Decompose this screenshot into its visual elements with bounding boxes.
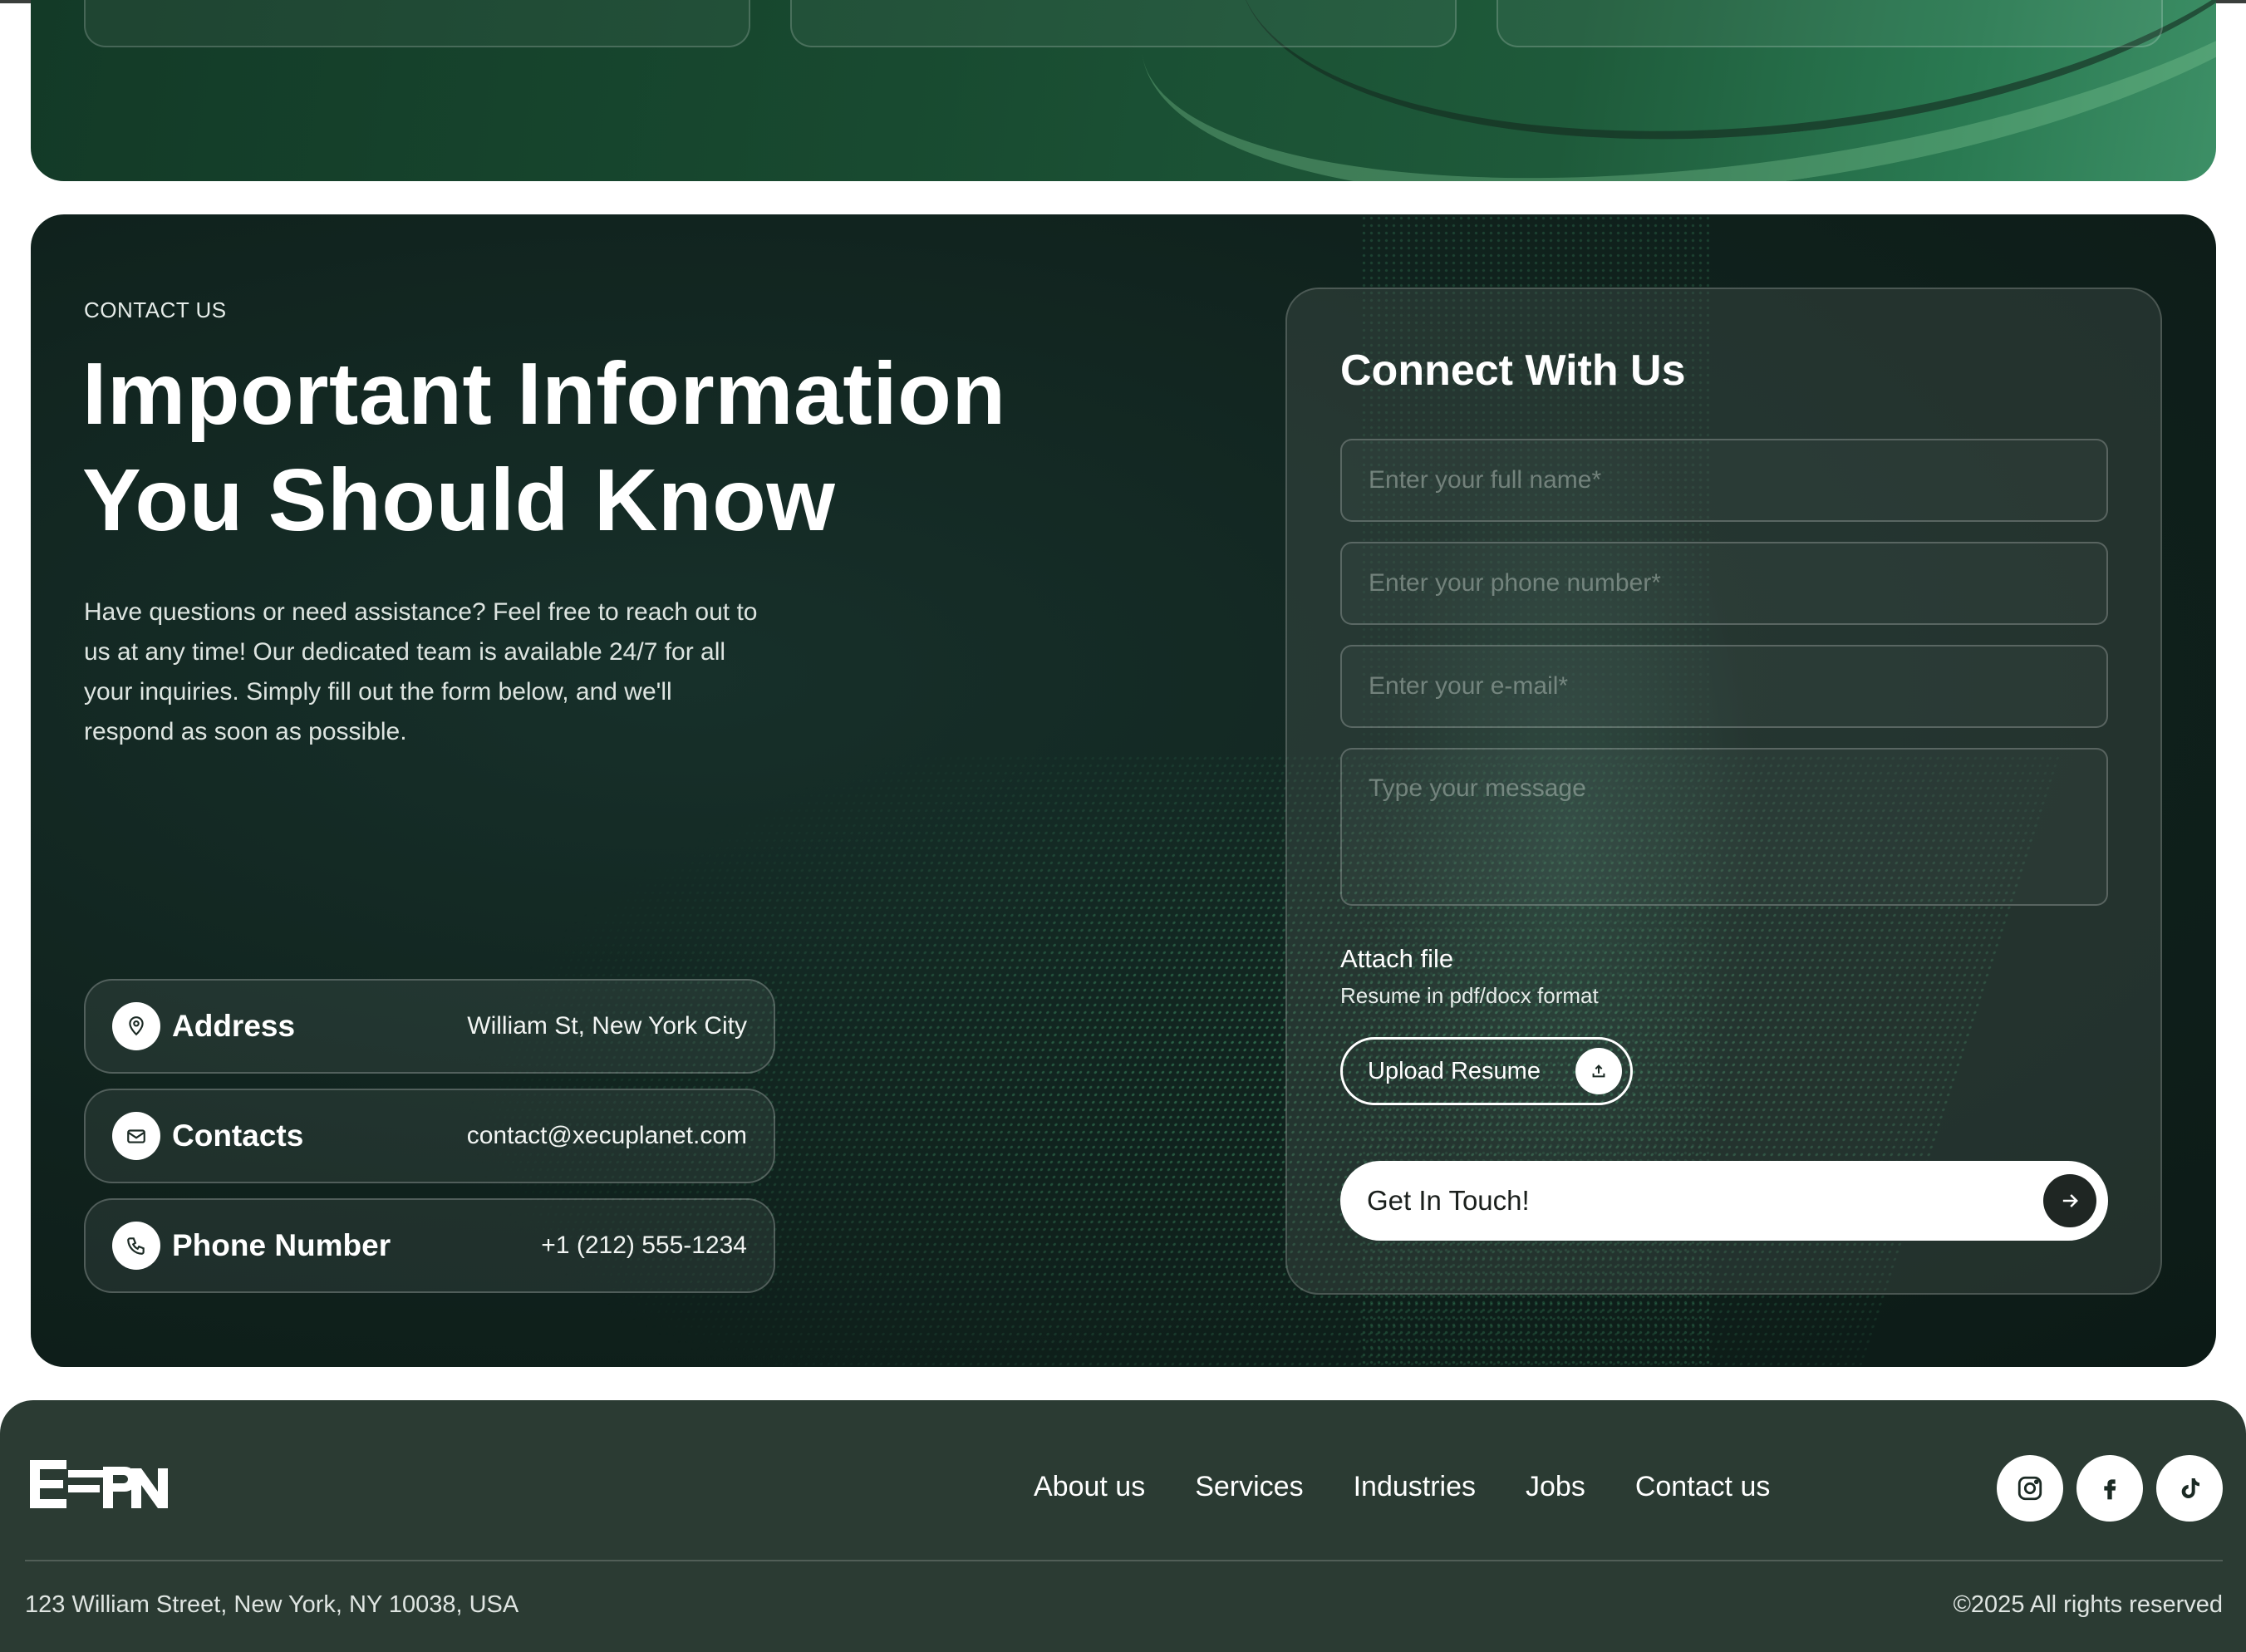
email-link[interactable]: contact@xecuplanet.com bbox=[467, 1122, 747, 1150]
instagram-icon[interactable] bbox=[1997, 1455, 2063, 1522]
email-input[interactable] bbox=[1340, 645, 2108, 728]
get-in-touch-button[interactable]: Get In Touch! bbox=[1340, 1161, 2108, 1241]
address-label: Address bbox=[172, 1009, 296, 1043]
arrow-right-icon bbox=[2043, 1174, 2096, 1227]
intro-paragraph: Have questions or need assistance? Feel … bbox=[84, 592, 790, 752]
intro-line: respond as soon as possible. bbox=[84, 718, 407, 745]
brand-logo[interactable] bbox=[30, 1460, 170, 1514]
contact-form-card: Connect With Us Attach file Resume in pd… bbox=[1285, 288, 2162, 1295]
upload-icon bbox=[1575, 1048, 1622, 1094]
footer-copyright: ©2025 All rights reserved bbox=[1953, 1591, 2223, 1618]
get-in-touch-label: Get In Touch! bbox=[1367, 1185, 1530, 1216]
phone-input[interactable] bbox=[1340, 542, 2108, 625]
footer-divider bbox=[25, 1560, 2223, 1561]
footer-nav: About us Services Industries Jobs Contac… bbox=[1034, 1471, 1770, 1503]
footer-link-industries[interactable]: Industries bbox=[1354, 1471, 1476, 1503]
attach-file-hint: Resume in pdf/docx format bbox=[1340, 983, 1599, 1008]
feature-card bbox=[1497, 0, 2163, 47]
attach-file-label: Attach file bbox=[1340, 944, 1454, 973]
previous-section-banner bbox=[31, 0, 2216, 181]
footer-link-services[interactable]: Services bbox=[1195, 1471, 1303, 1503]
feature-card bbox=[84, 0, 750, 47]
feature-card bbox=[790, 0, 1457, 47]
phone-label: Phone Number bbox=[172, 1228, 391, 1262]
headline-line: Important Information bbox=[82, 345, 1006, 443]
site-footer: About us Services Industries Jobs Contac… bbox=[0, 1400, 2246, 1652]
footer-link-jobs[interactable]: Jobs bbox=[1526, 1471, 1585, 1503]
mail-icon bbox=[112, 1112, 160, 1160]
map-pin-icon bbox=[112, 1002, 160, 1050]
full-name-input[interactable] bbox=[1340, 439, 2108, 522]
intro-line: Have questions or need assistance? Feel … bbox=[84, 598, 758, 626]
section-eyebrow: CONTACT US bbox=[84, 297, 227, 322]
phone-link[interactable]: +1 (212) 555-1234 bbox=[541, 1232, 747, 1260]
footer-link-contact[interactable]: Contact us bbox=[1635, 1471, 1771, 1503]
upload-resume-label: Upload Resume bbox=[1368, 1057, 1541, 1084]
contacts-label: Contacts bbox=[172, 1119, 304, 1153]
section-headline: Important Information You Should Know bbox=[82, 341, 1162, 553]
headline-line: You Should Know bbox=[82, 451, 836, 549]
phone-icon bbox=[112, 1222, 160, 1270]
contact-section: CONTACT US Important Information You Sho… bbox=[31, 214, 2216, 1367]
facebook-icon[interactable] bbox=[2076, 1455, 2143, 1522]
intro-line: us at any time! Our dedicated team is av… bbox=[84, 638, 726, 666]
message-textarea[interactable] bbox=[1340, 748, 2108, 906]
upload-resume-button[interactable]: Upload Resume bbox=[1340, 1037, 1633, 1105]
address-row: Address William St, New York City bbox=[84, 979, 775, 1074]
footer-link-about[interactable]: About us bbox=[1034, 1471, 1145, 1503]
tiktok-icon[interactable] bbox=[2156, 1455, 2223, 1522]
contacts-row: Contacts contact@xecuplanet.com bbox=[84, 1089, 775, 1183]
footer-address: 123 William Street, New York, NY 10038, … bbox=[25, 1591, 519, 1618]
form-title: Connect With Us bbox=[1340, 347, 1686, 395]
intro-line: your inquiries. Simply fill out the form… bbox=[84, 678, 672, 706]
phone-row: Phone Number +1 (212) 555-1234 bbox=[84, 1198, 775, 1293]
address-value: William St, New York City bbox=[467, 1012, 747, 1040]
